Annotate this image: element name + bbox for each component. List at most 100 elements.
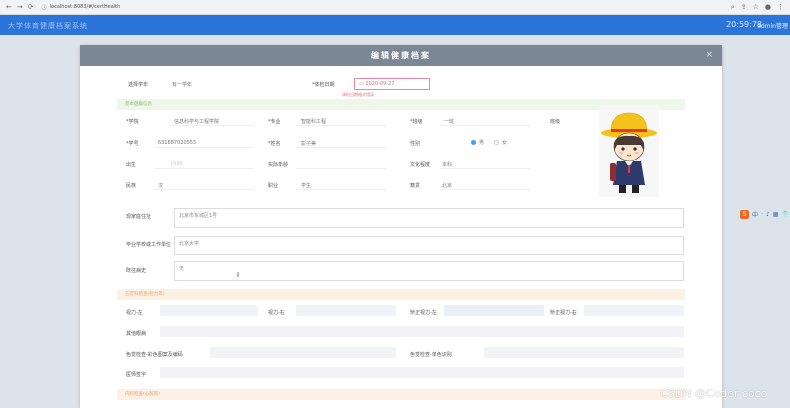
home-address-value: 北京市东城区1号 <box>179 213 218 219</box>
doctor-sign-input[interactable] <box>160 367 684 378</box>
app-header: 大学体育健康档案系统 20:59:78 admin管理 <box>0 15 790 35</box>
csdn-watermark: CSDN @Coder-coco <box>660 387 768 400</box>
student-id-label: *学号 <box>126 141 139 147</box>
color-vision-input[interactable] <box>210 347 396 358</box>
text-cursor-icon: I <box>237 271 240 279</box>
left-eye <box>621 147 625 151</box>
age-label: 实际年龄 <box>268 162 289 168</box>
left-eye-label: 视力-左 <box>126 310 143 316</box>
education-label: 文化程度 <box>410 162 431 168</box>
right-eye-label: 视力-右 <box>268 310 285 316</box>
check-date-value: 2020-09-27 <box>365 81 395 87</box>
dialog-title: 编辑健康档案 <box>371 51 431 60</box>
star-icon[interactable]: ☆ <box>753 3 759 12</box>
occupation-label: 职业 <box>268 183 279 189</box>
browser-toolbar: ← → ⟳ ⓘ localhost:8083/#/certHealth ⌕ ⇪ … <box>0 0 790 15</box>
student-id-value: 631887020555 <box>158 140 197 146</box>
home-address-textarea[interactable]: 北京市东城区1号 <box>174 208 684 228</box>
right-eye <box>633 147 637 151</box>
birth-value: 1999 <box>170 161 183 167</box>
keyboard-icon[interactable]: ▦ <box>773 211 779 218</box>
education-field[interactable] <box>440 157 530 169</box>
ethnicity-field[interactable] <box>154 178 254 190</box>
left-eye-input[interactable] <box>160 305 258 316</box>
skin-icon[interactable]: 👕 <box>781 211 788 218</box>
native-label: 籍贯 <box>410 183 421 189</box>
right-leg <box>632 185 639 193</box>
other-eye-label: 其他眼病 <box>126 331 147 337</box>
right-eye-input[interactable] <box>296 305 396 316</box>
employer-textarea[interactable]: 北京大学 <box>174 236 684 255</box>
ime-item-1[interactable]: 中 <box>752 210 758 219</box>
section-vision: 五官科检查(视力等) <box>117 289 685 300</box>
reload-icon[interactable]: ⟳ <box>28 3 34 11</box>
browser-nav: ← → ⟳ <box>6 3 34 11</box>
age-field[interactable] <box>296 157 386 169</box>
back-icon[interactable]: ← <box>6 3 12 11</box>
forward-icon[interactable]: → <box>17 3 23 11</box>
info-icon: ⓘ <box>41 4 47 11</box>
gender-male-label: 男 <box>479 140 485 146</box>
ime-item-2[interactable]: · <box>761 211 763 218</box>
ethnicity-label: 民族 <box>126 183 137 189</box>
gender-female-radio[interactable] <box>494 140 499 145</box>
check-date-label: *体检日期 <box>312 82 335 88</box>
grade-label: 班级 <box>550 119 561 125</box>
medical-history-value: 无 <box>179 266 185 272</box>
share-icon[interactable]: ⇪ <box>741 3 747 12</box>
close-icon[interactable]: × <box>705 45 715 66</box>
ethnicity-value: 汉 <box>158 183 164 189</box>
name-label: *姓名 <box>268 141 281 147</box>
home-address-label: 现家庭住址 <box>126 214 152 220</box>
corrected-right-label: 矫正视力-右 <box>550 310 577 316</box>
backpack-strap <box>610 163 616 181</box>
left-leg <box>619 185 626 193</box>
check-date-error: 体检日期格式错误 <box>342 92 374 97</box>
corrected-left-label: 矫正视力-左 <box>410 310 437 316</box>
school-year-label: 选择学年 <box>128 82 149 88</box>
other-eye-input[interactable] <box>160 326 684 337</box>
doctor-sign-label: 医师签字 <box>126 372 147 378</box>
native-value: 北京 <box>442 183 453 189</box>
input-method-toolbar: S 中 · ♪ ▦ 👕 <box>740 210 789 219</box>
app-title: 大学体育健康档案系统 <box>8 22 88 30</box>
color-vision-single-input[interactable] <box>484 347 684 358</box>
browser-actions: ⌕ ⇪ ☆ ● ⋮ <box>731 3 784 12</box>
menu-icon[interactable]: ⋮ <box>777 3 784 12</box>
right-cheek <box>635 152 639 154</box>
class-label: *班级 <box>410 119 423 125</box>
zoom-icon[interactable]: ⌕ <box>731 3 735 12</box>
edit-health-record-dialog: 编辑健康档案 × 选择学年 有一学年 *体检日期 ▭ 2020-09-27 体检… <box>80 45 722 408</box>
microphone-icon[interactable]: ♪ <box>766 211 770 218</box>
medical-history-label: 既往病史 <box>126 268 147 274</box>
birth-label: 出生 <box>126 162 137 168</box>
class-value: 一班 <box>444 119 455 125</box>
employer-label: 毕业学校或工作单位 <box>126 242 172 248</box>
gender-label: 性别 <box>410 141 421 147</box>
hat-band <box>611 129 647 132</box>
corrected-left-input[interactable] <box>444 305 544 316</box>
major-value: 智能科工程 <box>301 119 327 125</box>
name-value: 彭子美 <box>301 141 317 147</box>
native-field[interactable] <box>440 178 530 190</box>
gender-female-label: 女 <box>502 140 508 146</box>
dialog-header: 编辑健康档案 × <box>80 45 722 66</box>
address-bar[interactable]: ⓘ localhost:8083/#/certHealth <box>42 4 121 11</box>
left-cheek <box>619 152 623 154</box>
profile-icon[interactable]: ● <box>765 3 771 12</box>
user-name[interactable]: admin管理 <box>757 21 788 30</box>
college-value: 信息科学与工程学院 <box>174 119 220 125</box>
corrected-right-input[interactable] <box>584 305 684 316</box>
birth-field[interactable] <box>154 157 254 169</box>
major-label: *专业 <box>268 119 281 125</box>
color-vision-label: 色觉检查-彩色图案及编码 <box>126 352 183 358</box>
student-photo[interactable] <box>599 105 659 197</box>
color-vision-single-label: 色觉检查-单色识别 <box>410 352 452 358</box>
medical-history-textarea[interactable]: 无 <box>174 261 684 281</box>
url-text[interactable]: localhost:8083/#/certHealth <box>50 4 121 10</box>
gender-male-radio[interactable] <box>471 140 476 145</box>
check-date-input[interactable]: ▭ 2020-09-27 <box>354 78 430 90</box>
school-year-select[interactable]: 有一学年 <box>172 81 192 88</box>
sogou-logo-icon[interactable]: S <box>740 210 749 219</box>
employer-value: 北京大学 <box>179 241 200 247</box>
